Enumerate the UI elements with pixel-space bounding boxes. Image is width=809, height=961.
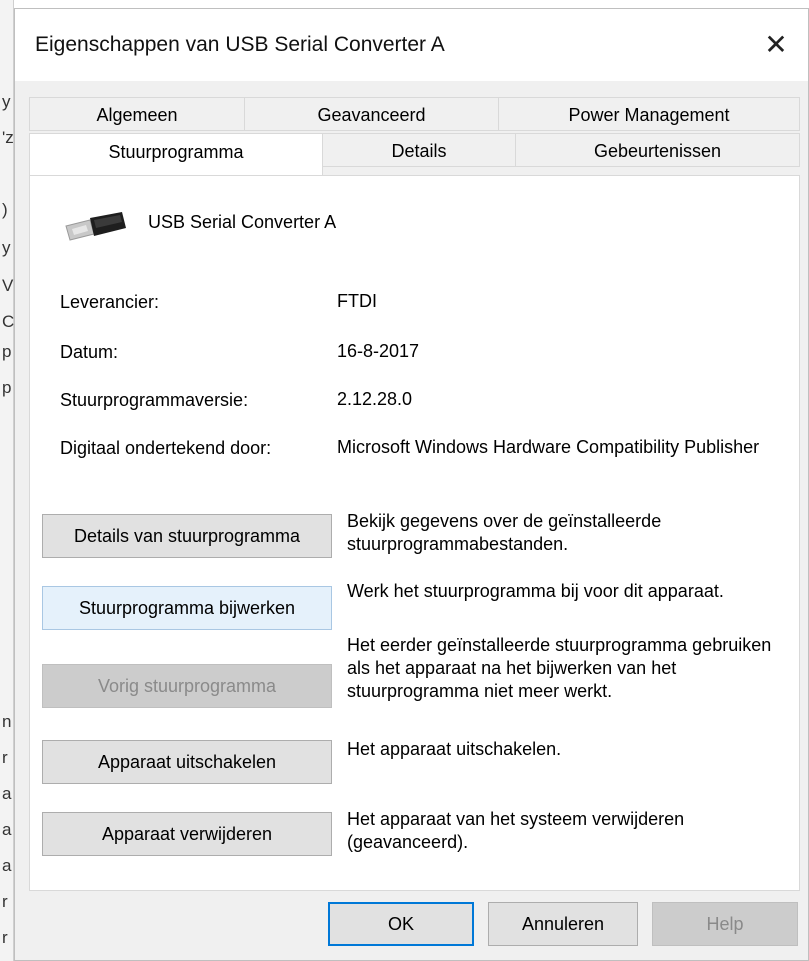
- background-text: 'z: [2, 128, 14, 147]
- tab-details[interactable]: Details: [322, 133, 516, 167]
- usb-connector-icon: [65, 212, 126, 241]
- background-text: C: [2, 312, 15, 331]
- version-value: 2.12.28.0: [337, 389, 413, 409]
- disable-device-button[interactable]: Apparaat uitschakelen: [42, 740, 332, 784]
- title-bar[interactable]: Eigenschappen van USB Serial Converter A…: [15, 9, 808, 81]
- background-text: a: [2, 856, 12, 875]
- rollback-driver-description: Het eerder geïnstalleerde stuurprogramma…: [347, 635, 772, 701]
- tab-gebeurtenissen[interactable]: Gebeurtenissen: [515, 133, 800, 167]
- rollback-driver-button[interactable]: Vorig stuurprogramma: [42, 664, 332, 708]
- driver-details-button[interactable]: Details van stuurprogramma: [42, 514, 332, 558]
- window-title: Eigenschappen van USB Serial Converter A: [35, 33, 445, 56]
- help-button[interactable]: Help: [652, 902, 798, 946]
- properties-dialog: Eigenschappen van USB Serial Converter A…: [14, 8, 809, 961]
- signer-value: Microsoft Windows Hardware Compatibility…: [337, 437, 760, 457]
- background-window-edge: y 'z ) y V C p p n r a a a r r: [0, 0, 14, 961]
- date-label: Datum:: [60, 342, 119, 362]
- background-text: y: [2, 92, 11, 111]
- cancel-button[interactable]: Annuleren: [488, 902, 638, 946]
- uninstall-device-description: Het apparaat van het systeem verwijderen…: [347, 809, 685, 852]
- background-text: ): [2, 200, 8, 219]
- uninstall-device-button[interactable]: Apparaat verwijderen: [42, 812, 332, 856]
- driver-tab-panel: USB Serial Converter A Leverancier: FTDI…: [29, 175, 800, 891]
- ok-button[interactable]: OK: [328, 902, 474, 946]
- background-text: a: [2, 820, 12, 839]
- signer-label: Digitaal ondertekend door:: [60, 438, 272, 458]
- tab-algemeen[interactable]: Algemeen: [29, 97, 245, 131]
- update-driver-description: Werk het stuurprogramma bij voor dit app…: [347, 581, 724, 601]
- close-icon[interactable]: ✕: [758, 27, 794, 63]
- background-text: p: [2, 342, 12, 361]
- vendor-label: Leverancier:: [60, 292, 160, 312]
- version-label: Stuurprogrammaversie:: [60, 390, 249, 410]
- tab-power-management[interactable]: Power Management: [498, 97, 800, 131]
- driver-details-description: Bekijk gegevens over de geïnstalleerde s…: [347, 511, 662, 554]
- background-text: n: [2, 712, 12, 731]
- vendor-value: FTDI: [337, 291, 377, 311]
- background-text: p: [2, 378, 12, 397]
- background-text: r: [2, 748, 8, 767]
- background-text: V: [2, 276, 14, 295]
- background-text: r: [2, 928, 8, 947]
- update-driver-button[interactable]: Stuurprogramma bijwerken: [42, 586, 332, 630]
- device-name: USB Serial Converter A: [148, 212, 337, 232]
- disable-device-description: Het apparaat uitschakelen.: [347, 739, 562, 759]
- background-text: y: [2, 238, 11, 257]
- tab-stuurprogramma[interactable]: Stuurprogramma: [29, 133, 323, 175]
- background-text: r: [2, 892, 8, 911]
- background-text: a: [2, 784, 12, 803]
- tab-geavanceerd[interactable]: Geavanceerd: [244, 97, 499, 131]
- date-value: 16-8-2017: [337, 341, 420, 361]
